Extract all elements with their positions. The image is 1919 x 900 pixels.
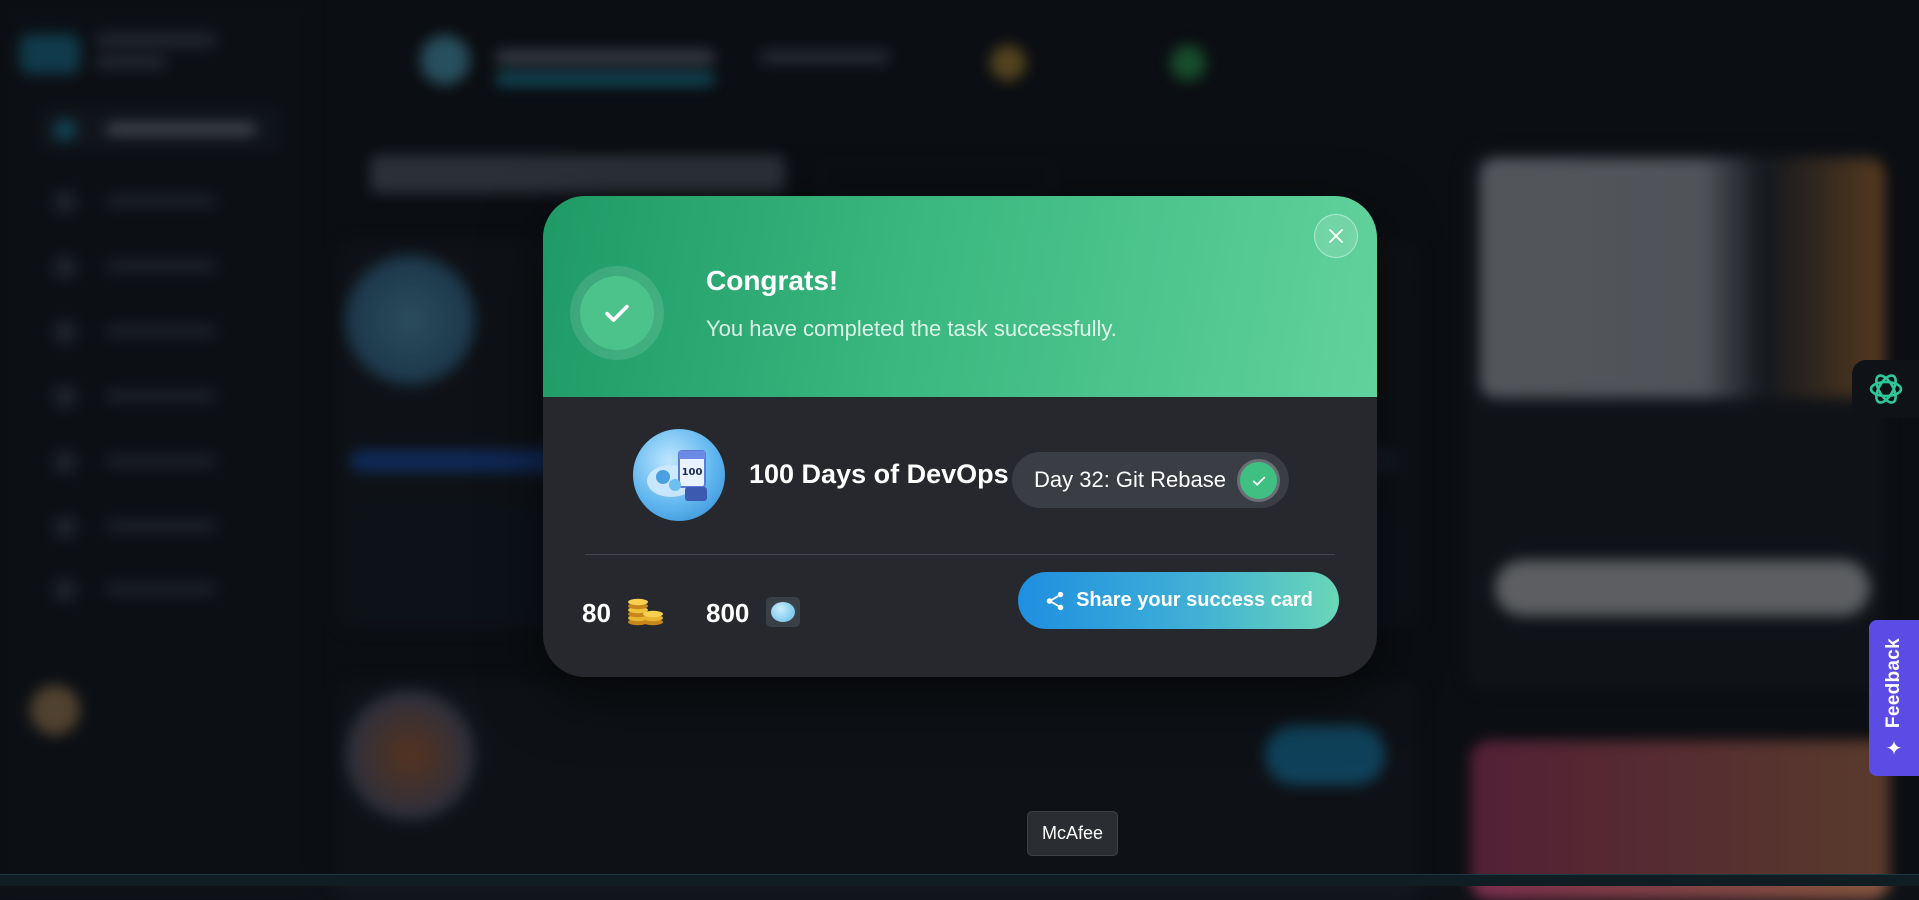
course-icon-text: 100	[682, 467, 703, 478]
task-complete-icon	[1237, 459, 1280, 502]
share-icon	[1046, 591, 1064, 610]
divider	[585, 554, 1335, 555]
gem-icon	[766, 597, 800, 627]
share-button-label: Share your success card	[1076, 589, 1313, 611]
close-icon	[1329, 229, 1343, 243]
task-chip: Day 32: Git Rebase	[1012, 452, 1289, 508]
success-check-icon	[570, 266, 664, 360]
coins-reward: 80	[582, 598, 611, 628]
sparkle-icon: ✦	[1885, 736, 1903, 761]
share-success-card-button[interactable]: Share your success card	[1018, 572, 1339, 629]
modal-header: Congrats! You have completed the task su…	[543, 196, 1377, 397]
course-title: 100 Days of DevOps	[749, 459, 1009, 489]
openai-icon	[1869, 374, 1902, 404]
feedback-tab[interactable]: Feedback ✦	[1869, 620, 1919, 776]
modal-subtitle: You have completed the task successfully…	[706, 316, 1117, 341]
gems-reward: 800	[706, 598, 750, 628]
task-label: Day 32: Git Rebase	[1034, 467, 1226, 492]
coins-icon	[628, 598, 663, 626]
success-modal: Congrats! You have completed the task su…	[543, 196, 1377, 677]
close-button[interactable]	[1314, 214, 1358, 258]
taskbar-tooltip: McAfee	[1027, 811, 1118, 856]
modal-title: Congrats!	[706, 265, 839, 296]
feedback-label: Feedback	[1883, 637, 1904, 729]
ai-assistant-button[interactable]	[1852, 360, 1919, 418]
taskbar-edge	[0, 874, 1919, 886]
100-days-devops-icon: 100	[633, 429, 725, 521]
